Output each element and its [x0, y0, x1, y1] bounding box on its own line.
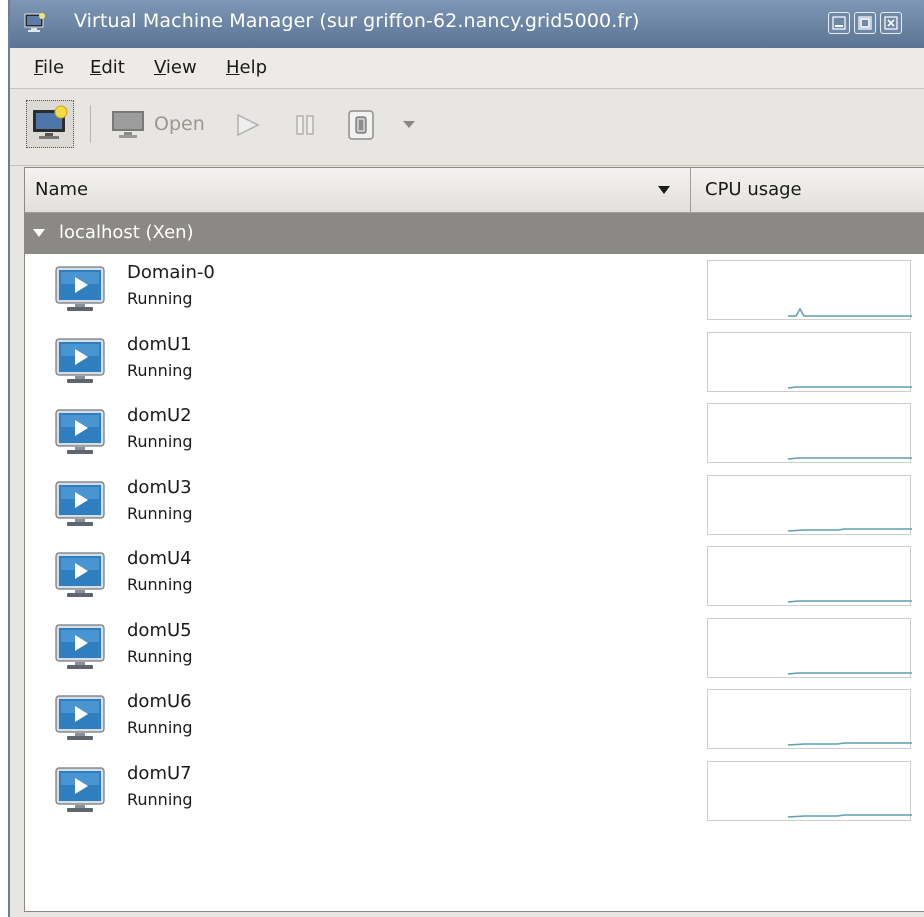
vm-status: Running	[127, 432, 193, 451]
vm-list: Name CPU usage localhost (Xen) Domain-0 …	[24, 167, 924, 912]
expander-icon[interactable]	[31, 227, 47, 241]
minimize-button[interactable]	[828, 12, 850, 34]
vm-running-icon	[55, 695, 105, 740]
menu-file-mnemonic: F	[34, 57, 44, 78]
shutdown-icon[interactable]	[346, 109, 376, 141]
toolbar: Open	[10, 89, 924, 166]
cpu-usage-graph	[707, 689, 912, 749]
window-title: Virtual Machine Manager (sur griffon-62.…	[74, 10, 640, 32]
toolbar-separator	[90, 105, 91, 143]
host-group-label: localhost (Xen)	[59, 222, 194, 243]
cpu-usage-line	[787, 600, 912, 603]
close-icon	[884, 16, 898, 30]
close-button[interactable]	[880, 12, 902, 34]
new-vm-icon	[33, 105, 68, 139]
menu-edit[interactable]: Edit	[90, 57, 125, 78]
list-column-header: Name CPU usage	[25, 168, 924, 213]
menu-edit-label: dit	[101, 57, 125, 78]
vm-status: Running	[127, 718, 193, 737]
vm-name: domU5	[127, 619, 192, 641]
menu-help[interactable]: Help	[226, 57, 267, 78]
column-header-name[interactable]: Name	[25, 168, 691, 212]
cpu-usage-line	[787, 742, 912, 746]
new-vm-button[interactable]	[26, 100, 74, 148]
vm-running-icon	[55, 409, 105, 454]
vm-status: Running	[127, 289, 193, 308]
cpu-usage-line	[788, 307, 912, 317]
vm-row-domu4[interactable]: domU4 Running	[25, 540, 924, 612]
vm-name: domU6	[127, 691, 192, 712]
menu-edit-mnemonic: E	[90, 57, 102, 78]
vm-row-domu3[interactable]: domU3 Running	[25, 469, 924, 541]
vm-name: domU2	[127, 405, 192, 426]
title-bar[interactable]: Virtual Machine Manager (sur griffon-62.…	[10, 0, 924, 48]
vm-status: Running	[127, 503, 193, 523]
menu-view-label: iew	[165, 57, 197, 78]
maximize-icon	[858, 16, 872, 30]
pause-icon[interactable]	[294, 114, 318, 136]
menu-view-mnemonic: V	[154, 57, 166, 78]
vm-row-domu7[interactable]: domU7 Running	[25, 755, 924, 827]
vm-name: domU3	[127, 476, 192, 498]
run-icon[interactable]	[234, 113, 262, 137]
vm-status: Running	[127, 360, 193, 380]
sort-indicator-icon	[658, 186, 670, 194]
app-window: Virtual Machine Manager (sur griffon-62.…	[8, 0, 924, 917]
maximize-button[interactable]	[854, 12, 876, 34]
vm-row-domain-0[interactable]: Domain-0 Running	[25, 254, 924, 326]
vm-running-icon	[55, 766, 105, 812]
cpu-usage-graph	[707, 403, 912, 463]
column-name-label: Name	[35, 179, 89, 200]
cpu-usage-line	[787, 385, 912, 389]
vm-status: Running	[127, 646, 193, 666]
menu-help-label: elp	[239, 57, 268, 78]
menu-file-label: ile	[43, 57, 65, 78]
cpu-usage-graph	[707, 474, 912, 535]
cpu-usage-line	[787, 527, 912, 532]
vm-name: domU4	[127, 548, 192, 569]
vm-status: Running	[127, 575, 193, 594]
vm-running-icon	[55, 337, 105, 383]
vm-row-domu6[interactable]: domU6 Running	[25, 683, 924, 755]
cpu-usage-graph	[707, 331, 912, 392]
minimize-icon	[832, 16, 846, 30]
vm-manager-app-icon	[24, 13, 45, 32]
host-group-row[interactable]: localhost (Xen)	[25, 213, 924, 254]
cpu-usage-line	[787, 671, 912, 675]
monitor-icon	[112, 111, 144, 138]
vm-row-domu1[interactable]: domU1 Running	[25, 326, 924, 398]
vm-running-icon	[55, 552, 105, 597]
menu-view[interactable]: View	[154, 57, 197, 78]
chevron-down-icon[interactable]	[402, 120, 416, 130]
open-button-label: Open	[154, 113, 205, 135]
cpu-usage-line	[787, 457, 912, 460]
cpu-usage-graph	[707, 546, 912, 606]
vm-running-icon	[55, 480, 105, 526]
vm-row-domu5[interactable]: domU5 Running	[25, 612, 924, 684]
cpu-usage-graph	[707, 260, 912, 320]
menu-bar: File Edit View Help	[10, 48, 924, 89]
menu-file[interactable]: File	[34, 57, 64, 78]
vm-name: domU1	[127, 333, 192, 355]
column-cpu-label[interactable]: CPU usage	[705, 179, 802, 200]
menu-help-mnemonic: H	[226, 57, 240, 78]
vm-row-domu2[interactable]: domU2 Running	[25, 397, 924, 469]
vm-name: domU7	[127, 762, 192, 784]
cpu-usage-line	[787, 813, 912, 818]
vm-name: Domain-0	[127, 262, 215, 283]
vm-running-icon	[55, 266, 105, 311]
vm-running-icon	[55, 623, 105, 669]
vm-status: Running	[127, 789, 193, 809]
cpu-usage-graph	[707, 760, 912, 821]
cpu-usage-graph	[707, 617, 912, 678]
